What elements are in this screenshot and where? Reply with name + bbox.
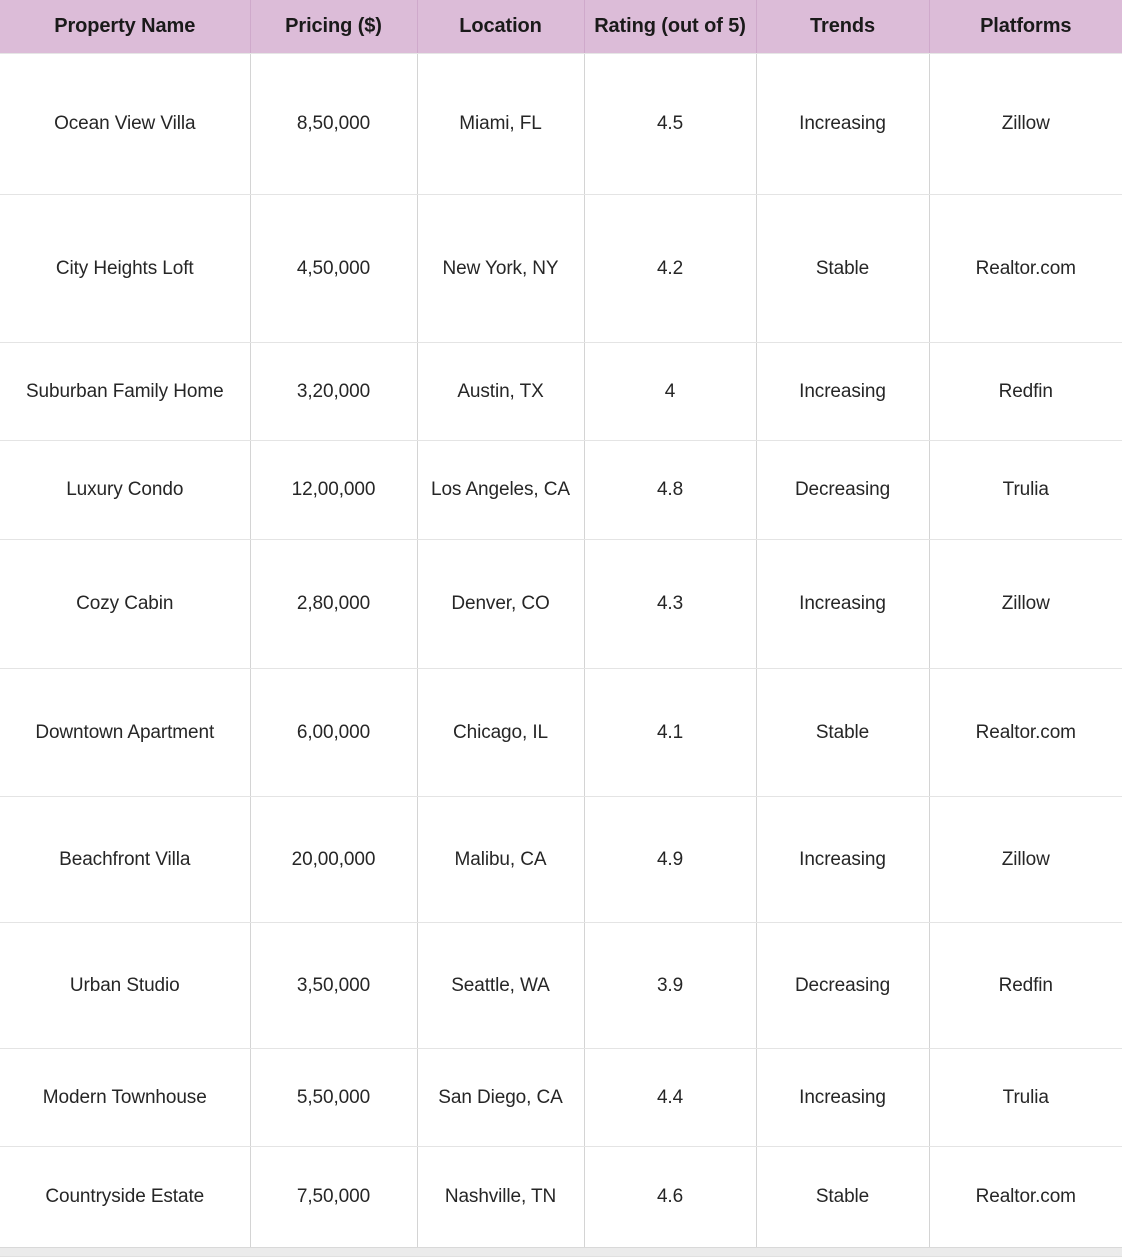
table-row[interactable]: Modern Townhouse 5,50,000 San Diego, CA … bbox=[0, 1048, 1122, 1147]
cell-rating: 4.9 bbox=[584, 796, 757, 923]
column-header-rating[interactable]: Rating (out of 5) bbox=[584, 0, 757, 54]
cell-property-name: Suburban Family Home bbox=[0, 342, 251, 441]
cell-pricing: 3,50,000 bbox=[250, 922, 418, 1049]
cell-platforms: Realtor.com bbox=[929, 668, 1122, 797]
cell-property-name: Modern Townhouse bbox=[0, 1048, 251, 1147]
table-body: Ocean View Villa 8,50,000 Miami, FL 4.5 … bbox=[0, 53, 1122, 1248]
table-row[interactable]: Urban Studio 3,50,000 Seattle, WA 3.9 De… bbox=[0, 922, 1122, 1049]
table-header-row: Property Name Pricing ($) Location Ratin… bbox=[0, 0, 1122, 54]
table-row[interactable]: Beachfront Villa 20,00,000 Malibu, CA 4.… bbox=[0, 796, 1122, 923]
cell-trends: Increasing bbox=[756, 1048, 930, 1147]
table-row[interactable]: Countryside Estate 7,50,000 Nashville, T… bbox=[0, 1146, 1122, 1248]
cell-rating: 4.2 bbox=[584, 194, 757, 343]
cell-platforms: Zillow bbox=[929, 53, 1122, 195]
cell-pricing: 7,50,000 bbox=[250, 1146, 418, 1248]
cell-pricing: 5,50,000 bbox=[250, 1048, 418, 1147]
table-row[interactable]: City Heights Loft 4,50,000 New York, NY … bbox=[0, 194, 1122, 343]
cell-location: Los Angeles, CA bbox=[417, 440, 585, 540]
cell-property-name: Luxury Condo bbox=[0, 440, 251, 540]
cell-trends: Increasing bbox=[756, 53, 930, 195]
cell-rating: 4.8 bbox=[584, 440, 757, 540]
cell-pricing: 3,20,000 bbox=[250, 342, 418, 441]
column-header-platforms[interactable]: Platforms bbox=[929, 0, 1122, 54]
cell-rating: 4.3 bbox=[584, 539, 757, 669]
cell-trends: Stable bbox=[756, 1146, 930, 1248]
property-table: Property Name Pricing ($) Location Ratin… bbox=[0, 0, 1122, 1248]
cell-platforms: Realtor.com bbox=[929, 1146, 1122, 1248]
table-row[interactable]: Downtown Apartment 6,00,000 Chicago, IL … bbox=[0, 668, 1122, 797]
table-bottom-band bbox=[0, 1248, 1122, 1257]
column-header-pricing[interactable]: Pricing ($) bbox=[250, 0, 418, 54]
cell-property-name: Downtown Apartment bbox=[0, 668, 251, 797]
cell-location: Chicago, IL bbox=[417, 668, 585, 797]
cell-rating: 3.9 bbox=[584, 922, 757, 1049]
column-header-trends[interactable]: Trends bbox=[756, 0, 930, 54]
property-table-container: Property Name Pricing ($) Location Ratin… bbox=[0, 0, 1122, 1257]
cell-pricing: 4,50,000 bbox=[250, 194, 418, 343]
cell-location: Seattle, WA bbox=[417, 922, 585, 1049]
table-row[interactable]: Cozy Cabin 2,80,000 Denver, CO 4.3 Incre… bbox=[0, 539, 1122, 669]
cell-rating: 4.1 bbox=[584, 668, 757, 797]
cell-rating: 4 bbox=[584, 342, 757, 441]
column-header-property-name[interactable]: Property Name bbox=[0, 0, 251, 54]
cell-platforms: Zillow bbox=[929, 796, 1122, 923]
cell-pricing: 12,00,000 bbox=[250, 440, 418, 540]
cell-pricing: 2,80,000 bbox=[250, 539, 418, 669]
cell-property-name: Urban Studio bbox=[0, 922, 251, 1049]
cell-property-name: Cozy Cabin bbox=[0, 539, 251, 669]
cell-location: Austin, TX bbox=[417, 342, 585, 441]
cell-pricing: 8,50,000 bbox=[250, 53, 418, 195]
cell-location: Nashville, TN bbox=[417, 1146, 585, 1248]
cell-trends: Stable bbox=[756, 194, 930, 343]
cell-platforms: Redfin bbox=[929, 342, 1122, 441]
cell-rating: 4.4 bbox=[584, 1048, 757, 1147]
cell-platforms: Trulia bbox=[929, 1048, 1122, 1147]
cell-platforms: Realtor.com bbox=[929, 194, 1122, 343]
cell-property-name: Ocean View Villa bbox=[0, 53, 251, 195]
cell-trends: Stable bbox=[756, 668, 930, 797]
table-row[interactable]: Ocean View Villa 8,50,000 Miami, FL 4.5 … bbox=[0, 53, 1122, 195]
cell-trends: Increasing bbox=[756, 796, 930, 923]
column-header-location[interactable]: Location bbox=[417, 0, 585, 54]
cell-trends: Decreasing bbox=[756, 922, 930, 1049]
cell-rating: 4.5 bbox=[584, 53, 757, 195]
cell-location: Malibu, CA bbox=[417, 796, 585, 923]
cell-platforms: Trulia bbox=[929, 440, 1122, 540]
cell-rating: 4.6 bbox=[584, 1146, 757, 1248]
cell-pricing: 20,00,000 bbox=[250, 796, 418, 923]
cell-trends: Increasing bbox=[756, 342, 930, 441]
table-row[interactable]: Suburban Family Home 3,20,000 Austin, TX… bbox=[0, 342, 1122, 441]
cell-trends: Increasing bbox=[756, 539, 930, 669]
cell-platforms: Zillow bbox=[929, 539, 1122, 669]
cell-location: Denver, CO bbox=[417, 539, 585, 669]
cell-location: San Diego, CA bbox=[417, 1048, 585, 1147]
cell-platforms: Redfin bbox=[929, 922, 1122, 1049]
table-row[interactable]: Luxury Condo 12,00,000 Los Angeles, CA 4… bbox=[0, 440, 1122, 540]
cell-property-name: Beachfront Villa bbox=[0, 796, 251, 923]
cell-location: New York, NY bbox=[417, 194, 585, 343]
cell-pricing: 6,00,000 bbox=[250, 668, 418, 797]
cell-property-name: City Heights Loft bbox=[0, 194, 251, 343]
table-header: Property Name Pricing ($) Location Ratin… bbox=[0, 0, 1122, 54]
cell-property-name: Countryside Estate bbox=[0, 1146, 251, 1248]
cell-location: Miami, FL bbox=[417, 53, 585, 195]
cell-trends: Decreasing bbox=[756, 440, 930, 540]
